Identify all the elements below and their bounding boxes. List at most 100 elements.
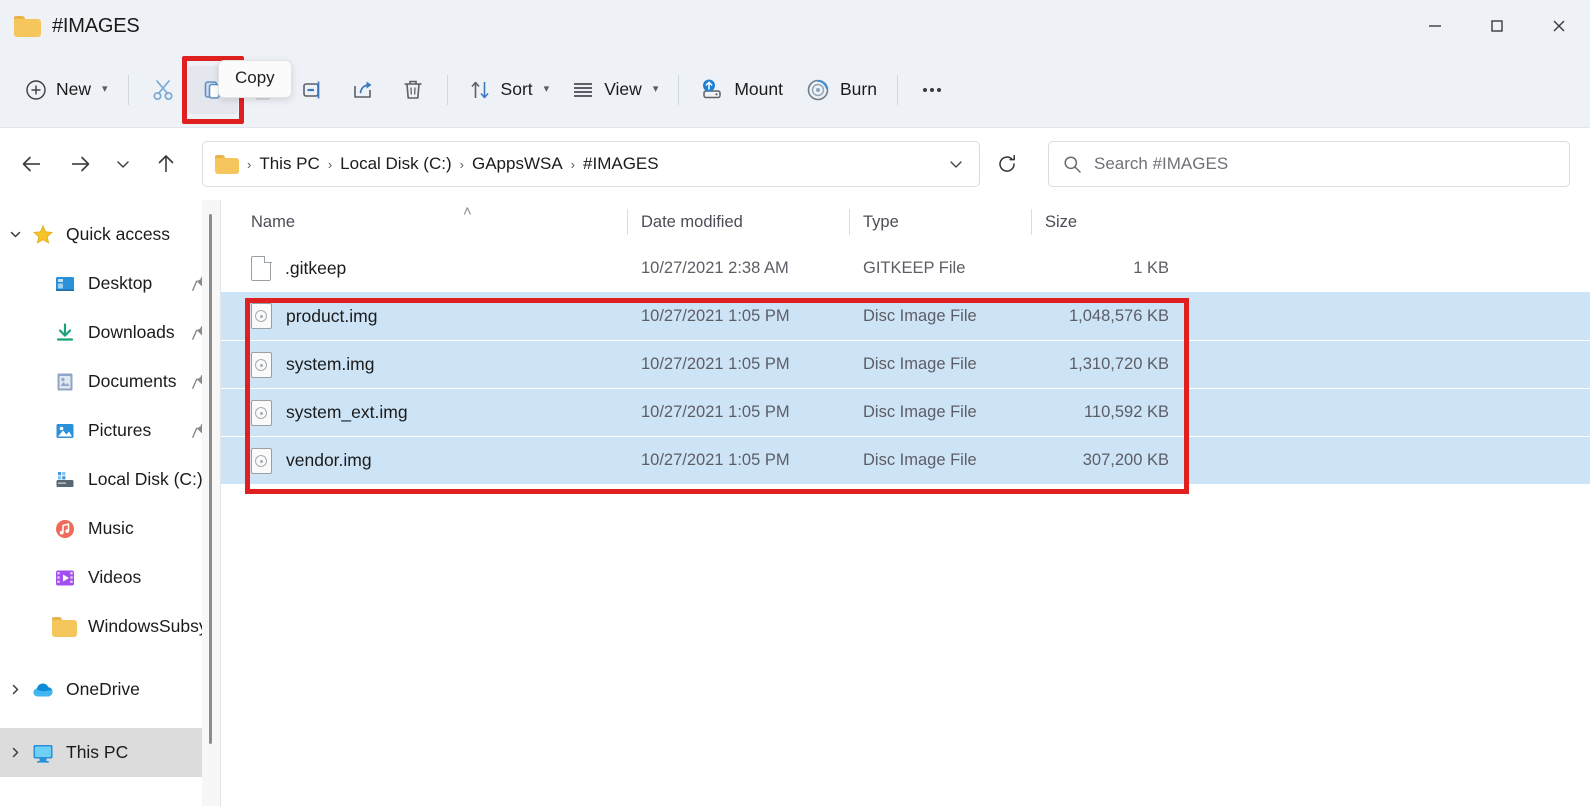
file-name-cell: product.img (251, 303, 641, 329)
file-list-pane: Name ˄ Date modified Type Size .gitkeep … (221, 200, 1590, 806)
refresh-button[interactable] (986, 143, 1028, 185)
file-date-cell: 10/27/2021 1:05 PM (641, 355, 790, 373)
delete-button[interactable] (388, 66, 438, 114)
sidebar-item-windowssubsystem[interactable]: WindowsSubsy (0, 602, 220, 651)
column-header-name[interactable]: Name ˄ (251, 200, 641, 244)
file-name-cell: vendor.img (251, 447, 641, 474)
disc-image-icon (251, 351, 272, 378)
sidebar-group-label: Quick access (66, 224, 171, 244)
sidebar-item-onedrive[interactable]: OneDrive (0, 665, 220, 714)
file-name-text: system_ext.img (286, 402, 408, 422)
drive-icon (52, 469, 78, 491)
back-button[interactable] (10, 142, 54, 186)
documents-icon (52, 371, 78, 393)
previous-locations-button[interactable] (939, 146, 973, 182)
column-header-type[interactable]: Type (849, 200, 1045, 244)
close-button[interactable] (1528, 0, 1590, 52)
file-name-cell: system_ext.img (251, 399, 641, 426)
arrow-up-icon (158, 155, 174, 172)
disc-image-icon (251, 447, 272, 474)
recent-locations-button[interactable] (106, 142, 140, 186)
share-button[interactable] (338, 66, 388, 114)
sidebar-item-label: This PC (66, 742, 129, 762)
forward-button[interactable] (58, 142, 102, 186)
search-input[interactable]: Search #IMAGES (1094, 154, 1228, 174)
table-row[interactable]: system.img 10/27/2021 1:05 PM Disc Image… (221, 340, 1590, 388)
sidebar-item-this-pc[interactable]: This PC (0, 728, 220, 777)
sidebar-item-label: Videos (88, 567, 142, 587)
arrow-right-icon (72, 156, 90, 172)
breadcrumb-item-this-pc[interactable]: This PC (252, 150, 326, 178)
window-controls (1404, 0, 1590, 52)
file-type-cell: Disc Image File (863, 451, 977, 469)
sidebar-item-desktop[interactable]: Desktop (0, 259, 220, 308)
burn-button[interactable]: Burn (794, 66, 888, 114)
file-date-cell: 10/27/2021 1:05 PM (641, 403, 790, 421)
breadcrumb[interactable]: › This PC › Local Disk (C:) › GAppsWSA ›… (202, 141, 980, 187)
chevron-down-icon: ▾ (102, 83, 108, 95)
sort-button[interactable]: Sort ▾ (457, 66, 561, 114)
table-row[interactable]: vendor.img 10/27/2021 1:05 PM Disc Image… (221, 436, 1590, 484)
file-type-cell: Disc Image File (863, 355, 977, 373)
sidebar-item-videos[interactable]: Videos (0, 553, 220, 602)
plus-circle-icon (26, 79, 46, 100)
view-button[interactable]: View ▾ (560, 66, 669, 114)
table-row[interactable]: system_ext.img 10/27/2021 1:05 PM Disc I… (221, 388, 1590, 436)
music-icon (52, 518, 78, 540)
folder-icon (51, 616, 78, 637)
burn-disc-icon (807, 79, 829, 100)
ellipsis-icon (922, 87, 941, 92)
sidebar-item-pictures[interactable]: Pictures (0, 406, 220, 455)
column-header-label: Size (1045, 212, 1078, 231)
sidebar-item-downloads[interactable]: Downloads (0, 308, 220, 357)
breadcrumb-item-local-disk[interactable]: Local Disk (C:) (333, 150, 458, 178)
file-date-cell: 10/27/2021 1:05 PM (641, 451, 790, 469)
breadcrumb-right-controls (939, 146, 973, 182)
chevron-down-icon (950, 161, 962, 168)
breadcrumb-item-gappswsa[interactable]: GAppsWSA (465, 150, 570, 178)
sidebar-item-label: Desktop (88, 273, 153, 293)
chevron-down-icon: ▾ (543, 83, 550, 95)
column-header-size[interactable]: Size (1031, 200, 1169, 244)
file-size-cell: 1,310,720 KB (1069, 355, 1169, 373)
mount-button[interactable]: Mount (688, 66, 794, 114)
navigation-pane: Quick access Desktop Downloads Documents… (0, 200, 220, 806)
see-more-button[interactable] (907, 66, 957, 114)
minimize-button[interactable] (1404, 0, 1466, 52)
rename-button[interactable] (288, 66, 338, 114)
sidebar-scrollbar-thumb[interactable] (209, 214, 212, 744)
sidebar-item-documents[interactable]: Documents (0, 357, 220, 406)
sidebar-group-quick-access[interactable]: Quick access (0, 210, 220, 259)
chevron-right-icon[interactable] (0, 746, 30, 759)
main-body: Quick access Desktop Downloads Documents… (0, 200, 1590, 806)
chevron-down-icon[interactable] (0, 228, 30, 241)
trash-icon (404, 80, 422, 99)
sidebar-item-label: Pictures (88, 420, 152, 440)
sidebar-item-local-disk-c[interactable]: Local Disk (C:) (0, 455, 220, 504)
file-size-cell: 1 KB (1133, 258, 1169, 277)
search-box[interactable]: Search #IMAGES (1048, 141, 1570, 187)
file-name-text: system.img (286, 354, 375, 374)
column-header-date-modified[interactable]: Date modified (627, 200, 863, 244)
column-header-label: Date modified (641, 212, 743, 231)
search-icon (1064, 155, 1081, 173)
table-row[interactable]: product.img 10/27/2021 1:05 PM Disc Imag… (221, 292, 1590, 340)
file-size-cell: 110,592 KB (1083, 403, 1169, 421)
mount-icon (703, 79, 722, 98)
file-type-cell: GITKEEP File (863, 258, 966, 277)
sort-ascending-icon: ˄ (463, 203, 472, 220)
breadcrumb-item-images[interactable]: #IMAGES (576, 150, 666, 178)
sidebar-item-label: WindowsSubsy (88, 616, 208, 636)
chevron-right-icon[interactable] (0, 683, 30, 696)
maximize-button[interactable] (1466, 0, 1528, 52)
command-bar: New ▾ Sort ▾ View ▾ Mount Burn Copy (0, 52, 1590, 128)
sidebar-item-music[interactable]: Music (0, 504, 220, 553)
navigation-bar: › This PC › Local Disk (C:) › GAppsWSA ›… (0, 128, 1590, 200)
up-button[interactable] (144, 142, 188, 186)
cut-button[interactable] (138, 66, 188, 114)
table-row[interactable]: .gitkeep 10/27/2021 2:38 AM GITKEEP File… (221, 244, 1590, 292)
toolbar-divider-2 (446, 74, 448, 105)
folder-icon (14, 15, 41, 37)
view-button-label: View (604, 79, 642, 99)
new-button[interactable]: New ▾ (14, 66, 119, 114)
